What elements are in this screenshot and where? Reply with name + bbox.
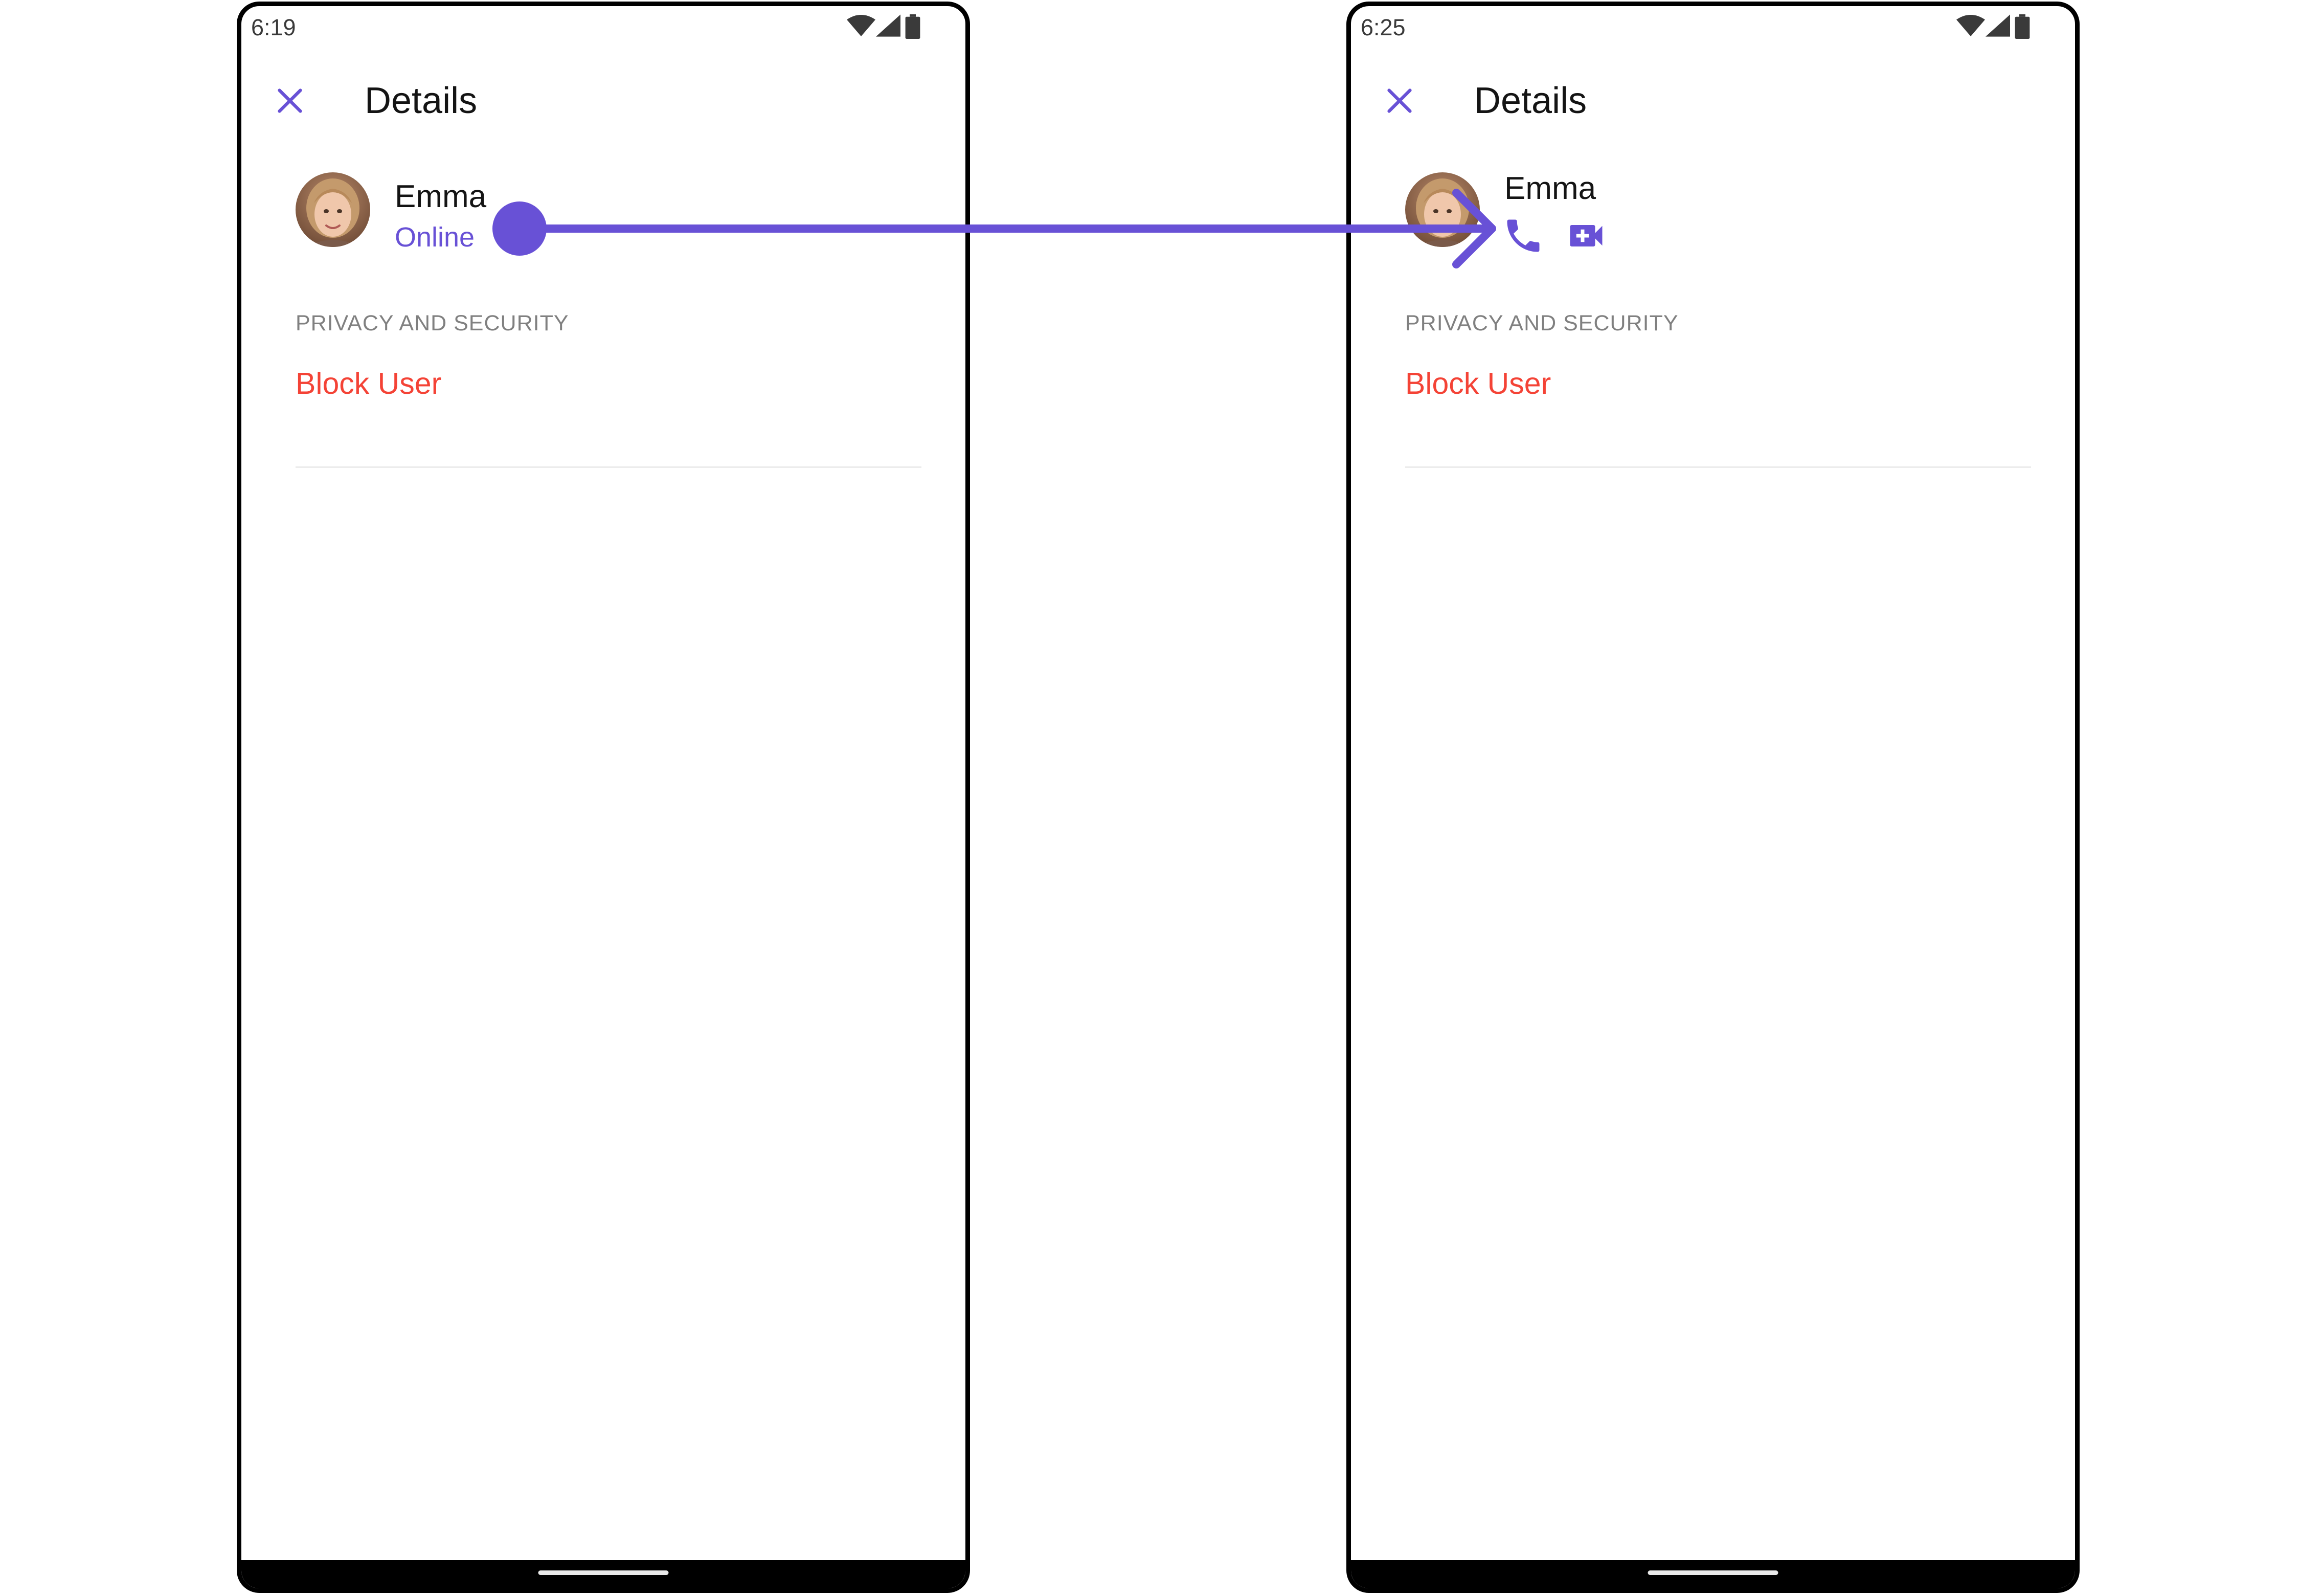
close-icon	[1387, 88, 1412, 113]
avatar[interactable]	[296, 172, 370, 247]
top-app-bar: Details	[241, 73, 965, 124]
user-profile-row: Emma	[1351, 171, 2075, 257]
home-indicator[interactable]	[538, 1570, 669, 1575]
wifi-icon	[1956, 15, 1985, 36]
home-indicator[interactable]	[1648, 1570, 1778, 1575]
divider	[296, 466, 921, 468]
signal-icon	[876, 14, 900, 37]
top-app-bar: Details	[1351, 73, 2075, 124]
close-button[interactable]	[272, 83, 308, 119]
signal-icon	[1986, 14, 2010, 37]
navigation-bar	[241, 1560, 965, 1588]
status-bar: 6:19	[241, 6, 965, 47]
close-button[interactable]	[1382, 83, 1417, 119]
status-time: 6:19	[251, 14, 296, 40]
user-status: Online	[395, 222, 475, 253]
user-name: Emma	[395, 179, 487, 214]
video-call-icon	[1570, 225, 1603, 246]
page-title: Details	[365, 80, 478, 121]
block-user-button[interactable]: Block User	[1405, 366, 1551, 401]
close-icon	[278, 88, 302, 113]
section-header-privacy: PRIVACY AND SECURITY	[1405, 311, 1679, 335]
user-profile-row: Emma Online	[241, 172, 965, 254]
block-user-button[interactable]: Block User	[296, 366, 441, 401]
avatar[interactable]	[1405, 172, 1480, 247]
section-header-privacy: PRIVACY AND SECURITY	[296, 311, 569, 335]
phone-frame-after: 6:25 Details Emma PRIVACY AND SECURITY B…	[1346, 2, 2080, 1593]
status-bar: 6:25	[1351, 6, 2075, 47]
battery-icon	[2015, 14, 2030, 39]
navigation-bar	[1351, 1560, 2075, 1588]
status-time: 6:25	[1361, 14, 1406, 40]
phone-frame-before: 6:19 Details Emma Online PRIVACY AND SEC…	[237, 2, 970, 1593]
wifi-icon	[847, 15, 875, 36]
divider	[1405, 466, 2031, 468]
phone-call-button[interactable]	[1502, 214, 1545, 257]
phone-call-icon	[1507, 219, 1540, 252]
page-title: Details	[1474, 80, 1587, 121]
user-name: Emma	[1504, 171, 1596, 206]
video-call-button[interactable]	[1565, 214, 1608, 257]
battery-icon	[905, 14, 920, 39]
